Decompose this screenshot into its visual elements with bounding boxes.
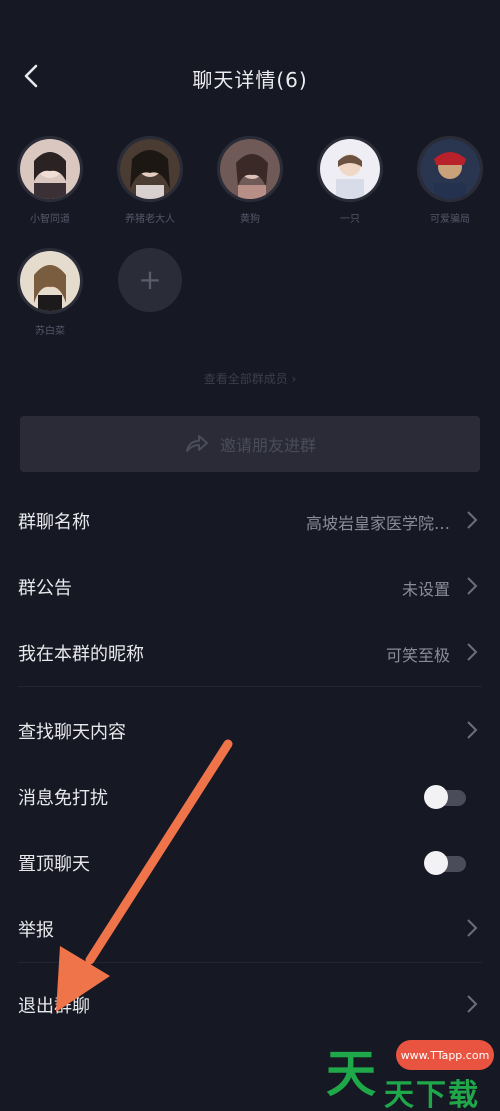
- row-group-announcement[interactable]: 群公告 未设置: [0, 554, 500, 620]
- row-label: 消息免打扰: [18, 788, 108, 809]
- row-value: 可笑至极: [385, 646, 450, 665]
- see-all-members-link[interactable]: 查看全部群成员 ›: [0, 370, 500, 387]
- member-item[interactable]: 黄狗: [216, 136, 284, 225]
- add-member-button[interactable]: +: [118, 248, 182, 312]
- watermark-big-char: 天: [326, 1045, 376, 1103]
- chat-details-screen: 聊天详情(6) 小智同道 养猪老大人 黄狗 一只 可爱骗局 苏白菜 + 查看全部…: [0, 0, 500, 1111]
- row-label: 置顶聊天: [18, 854, 90, 875]
- member-item[interactable]: 可爱骗局: [416, 136, 484, 225]
- avatar: [217, 136, 283, 202]
- chevron-right-icon: [467, 995, 478, 1013]
- row-label: 举报: [18, 920, 54, 941]
- avatar: [417, 136, 483, 202]
- member-name: 黄狗: [240, 214, 260, 225]
- share-button-label: 邀请朋友进群: [219, 436, 316, 455]
- chevron-right-icon: [467, 511, 478, 529]
- chevron-right-icon: [467, 919, 478, 937]
- member-name: 养猪老大人: [125, 214, 175, 225]
- avatar: [17, 248, 83, 314]
- toggle-knob: [424, 785, 448, 809]
- row-label: 查找聊天内容: [18, 722, 126, 743]
- watermark-logo: 天 天下载 www.TTapp.com: [326, 1034, 500, 1111]
- member-name: 苏白菜: [35, 326, 65, 337]
- header: 聊天详情(6): [0, 40, 500, 116]
- pin-toggle[interactable]: [424, 851, 466, 875]
- row-label: 群公告: [18, 578, 72, 599]
- chevron-right-icon: [467, 643, 478, 661]
- member-item[interactable]: 一只: [316, 136, 384, 225]
- member-item[interactable]: 小智同道: [16, 136, 84, 225]
- mute-toggle[interactable]: [424, 785, 466, 809]
- share-invite-button[interactable]: 邀请朋友进群: [20, 416, 480, 472]
- member-name: 可爱骗局: [430, 214, 470, 225]
- divider: [18, 962, 482, 963]
- watermark-url: www.TTapp.com: [396, 1040, 494, 1070]
- row-pin-chat: 置顶聊天: [0, 830, 500, 896]
- chevron-right-icon: [467, 577, 478, 595]
- row-search-chat[interactable]: 查找聊天内容: [0, 698, 500, 764]
- row-label: 我在本群的昵称: [18, 644, 144, 665]
- avatar: [117, 136, 183, 202]
- row-group-name[interactable]: 群聊名称 高坡岩皇家医学院…: [0, 488, 500, 554]
- page-title: 聊天详情(6): [192, 68, 308, 92]
- member-item[interactable]: 养猪老大人: [116, 136, 184, 225]
- toggle-knob: [424, 851, 448, 875]
- row-label: 群聊名称: [18, 512, 90, 533]
- share-icon: [185, 435, 208, 452]
- chevron-right-icon: [467, 721, 478, 739]
- row-report[interactable]: 举报: [0, 896, 500, 962]
- row-value: 未设置: [401, 580, 450, 599]
- member-item[interactable]: 苏白菜: [16, 248, 84, 337]
- row-value: 高坡岩皇家医学院…: [305, 514, 450, 533]
- member-name: 一只: [340, 214, 360, 225]
- watermark-text: 天下载: [384, 1078, 480, 1111]
- row-label: 退出群聊: [18, 996, 90, 1017]
- row-leave-group[interactable]: 退出群聊: [0, 972, 500, 1038]
- divider: [18, 686, 482, 687]
- avatar: [317, 136, 383, 202]
- plus-icon: +: [138, 263, 162, 296]
- row-mute-notifications: 消息免打扰: [0, 764, 500, 830]
- avatar: [17, 136, 83, 202]
- row-my-nickname[interactable]: 我在本群的昵称 可笑至极: [0, 620, 500, 686]
- member-name: 小智同道: [30, 214, 70, 225]
